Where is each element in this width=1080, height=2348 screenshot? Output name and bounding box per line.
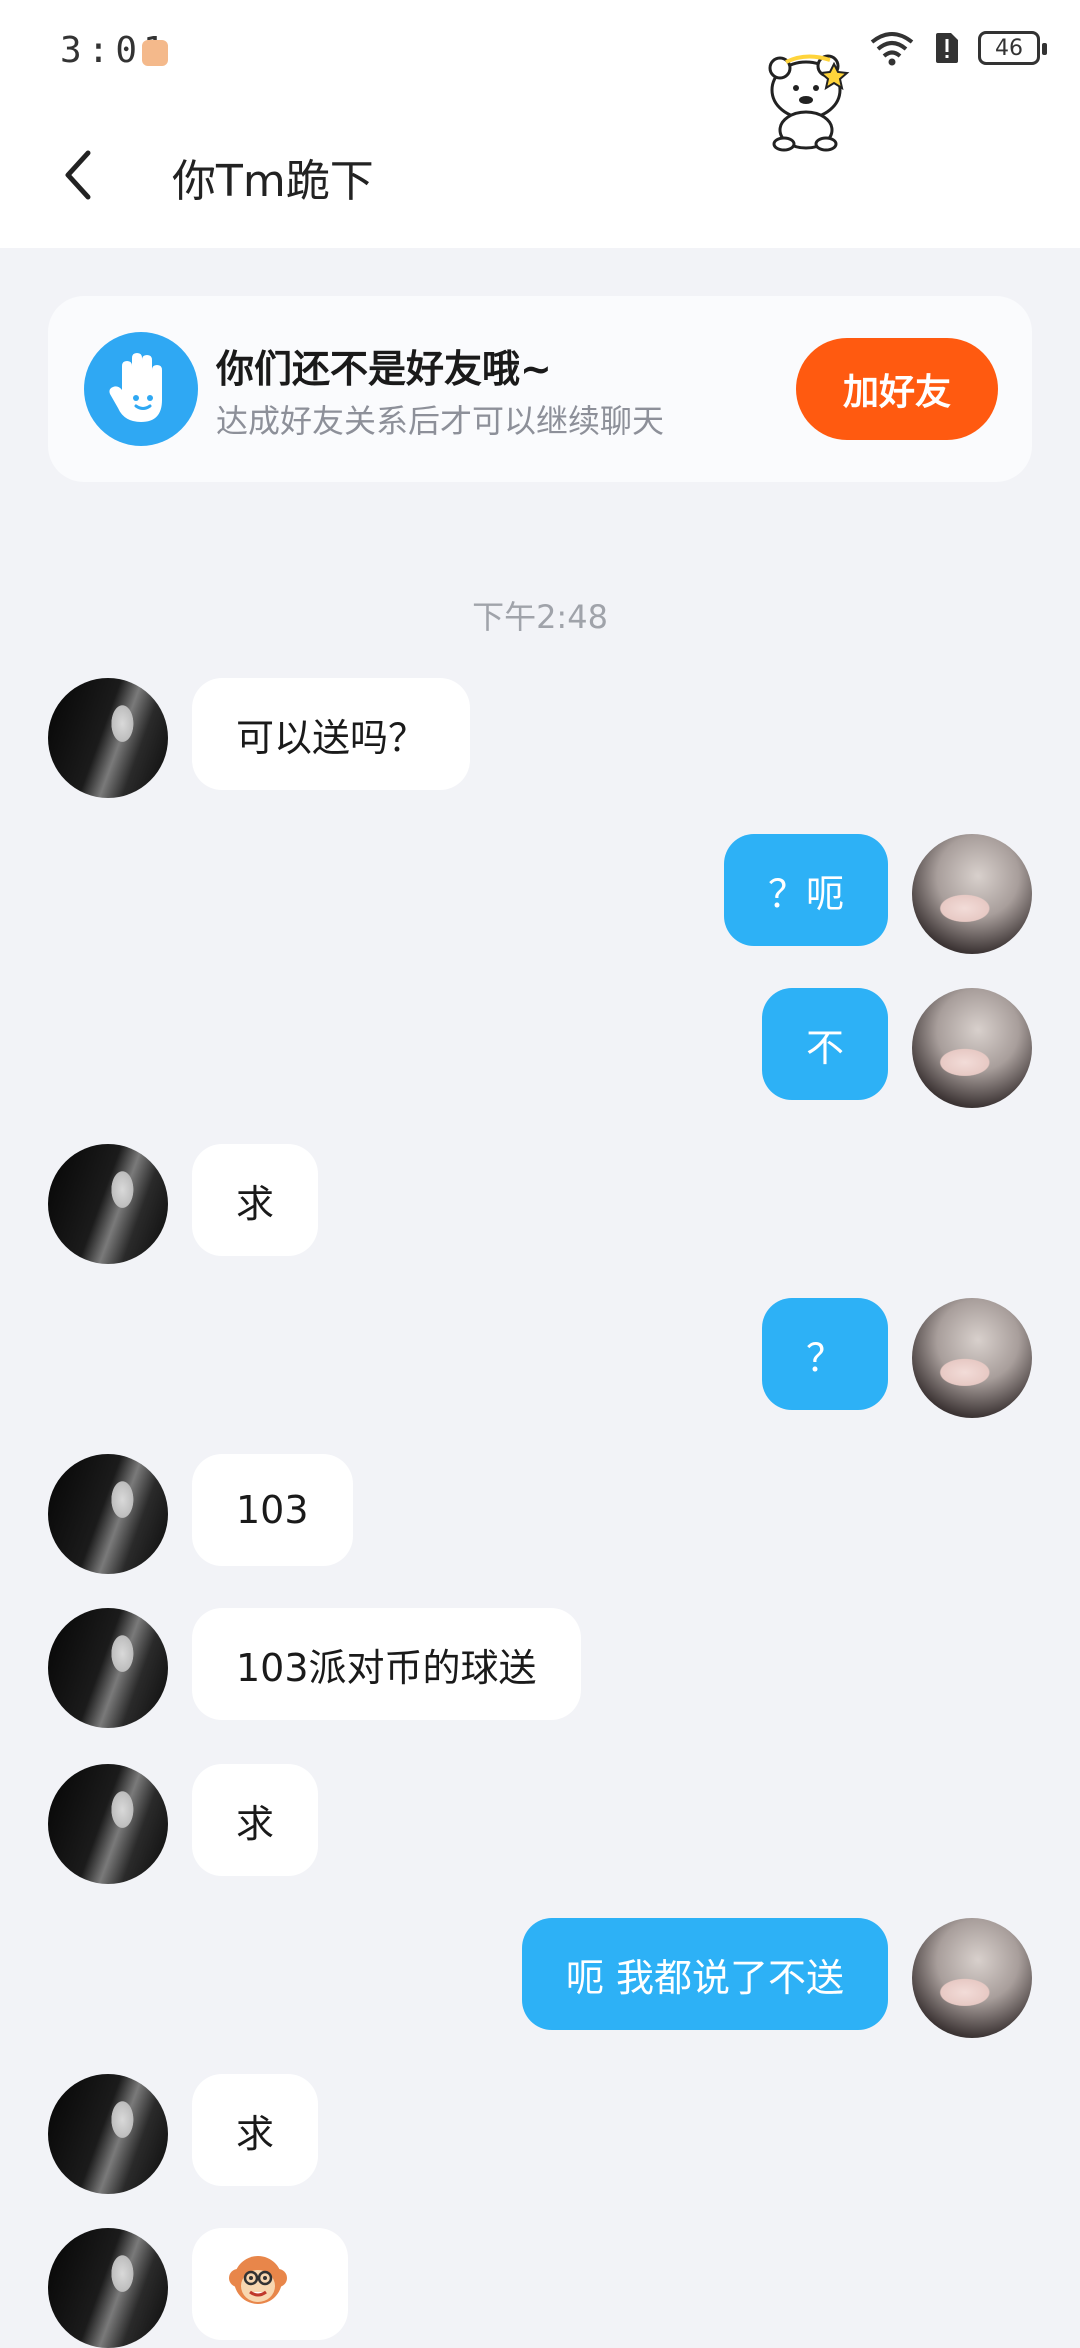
- self-avatar[interactable]: [912, 988, 1032, 1108]
- self-avatar[interactable]: [912, 1298, 1032, 1418]
- message-row: 求: [0, 2074, 1080, 2194]
- notification-app-icon: [142, 40, 168, 66]
- contact-avatar[interactable]: [48, 2228, 168, 2348]
- contact-avatar[interactable]: [48, 1764, 168, 1884]
- friend-banner-title: 你们还不是好友哦~: [216, 347, 552, 391]
- outgoing-message-bubble[interactable]: ？呃: [723, 834, 888, 946]
- self-avatar[interactable]: [912, 834, 1032, 954]
- incoming-message-bubble[interactable]: 103: [192, 1454, 353, 1566]
- outgoing-message-bubble[interactable]: ？: [761, 1298, 888, 1410]
- message-row: ？呃: [0, 834, 1080, 954]
- friend-banner-subtitle: 达成好友关系后才可以继续聊天: [216, 402, 665, 440]
- top-bar: 3:01 46 你Tm跪下: [0, 0, 1080, 248]
- message-row: [0, 2228, 1080, 2348]
- message-row: 求: [0, 1144, 1080, 1264]
- contact-avatar[interactable]: [48, 1454, 168, 1574]
- contact-avatar[interactable]: [48, 1144, 168, 1264]
- add-friend-button[interactable]: 加好友: [796, 338, 998, 440]
- incoming-sticker-bubble[interactable]: [192, 2228, 348, 2340]
- message-row: ？: [0, 1298, 1080, 1418]
- incoming-message-bubble[interactable]: 可以送吗？: [192, 678, 471, 790]
- incoming-message-bubble[interactable]: 求: [192, 2074, 319, 2186]
- monkey-emoji-icon: [228, 2252, 288, 2317]
- incoming-message-bubble[interactable]: 求: [192, 1764, 319, 1876]
- message-row: 103: [0, 1454, 1080, 1574]
- incoming-message-bubble[interactable]: 求: [192, 1144, 319, 1256]
- sim-alert-icon: [934, 31, 960, 65]
- message-row: 103派对币的球送: [0, 1608, 1080, 1728]
- wifi-icon: [868, 30, 916, 66]
- message-row: 求: [0, 1764, 1080, 1884]
- outgoing-message-bubble[interactable]: 不: [761, 988, 888, 1100]
- waving-hand-icon: [84, 332, 198, 446]
- battery-indicator: 46: [978, 31, 1047, 65]
- battery-level: 46: [995, 35, 1023, 61]
- status-icons: 46: [868, 30, 1047, 66]
- message-timestamp: 下午2:48: [472, 598, 608, 636]
- contact-avatar[interactable]: [48, 678, 168, 798]
- incoming-message-bubble[interactable]: 103派对币的球送: [192, 1608, 581, 1720]
- contact-avatar[interactable]: [48, 2074, 168, 2194]
- chevron-left-icon: [65, 150, 91, 200]
- friend-request-banner: 你们还不是好友哦~ 达成好友关系后才可以继续聊天 加好友: [48, 296, 1032, 482]
- back-button[interactable]: [58, 145, 102, 205]
- self-avatar[interactable]: [912, 1918, 1032, 2038]
- bear-mascot-icon: [756, 44, 856, 158]
- message-row: 呃 我都说了不送: [0, 1918, 1080, 2038]
- message-row: 可以送吗？: [0, 678, 1080, 798]
- contact-avatar[interactable]: [48, 1608, 168, 1728]
- message-row: 不: [0, 988, 1080, 1108]
- chat-title: 你Tm跪下: [172, 156, 374, 207]
- outgoing-message-bubble[interactable]: 呃 我都说了不送: [521, 1918, 888, 2030]
